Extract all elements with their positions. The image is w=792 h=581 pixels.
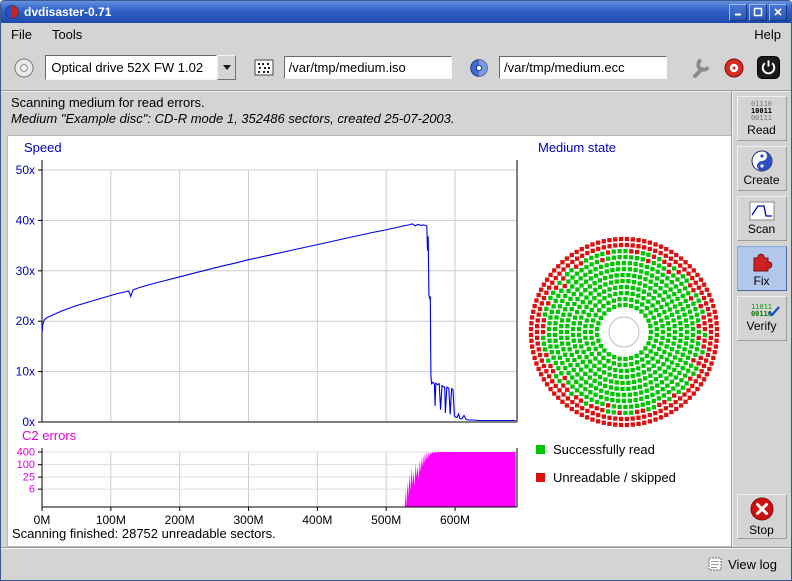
about-button[interactable]	[719, 53, 748, 83]
chart-panel: Speed Medium state 0x10x20x30x40x50x C2 …	[7, 135, 731, 547]
speed-chart: 0x 10x 20x 30x 40x 50x	[8, 152, 533, 428]
iso-image-icon	[254, 59, 274, 76]
svg-text:50x: 50x	[16, 163, 35, 177]
svg-text:6: 6	[29, 484, 35, 496]
stop-icon	[749, 496, 775, 522]
sidebar-label-stop: Stop	[749, 523, 774, 537]
bottom-bar: View log	[1, 547, 791, 580]
svg-text:400M: 400M	[302, 513, 332, 527]
medium-state-legend: Successfully read Unreadable / skipped	[536, 442, 676, 485]
preferences-button[interactable]	[685, 53, 714, 83]
checkmark-icon	[768, 306, 780, 317]
drive-select[interactable]: Optical drive 52X FW 1.02	[45, 55, 236, 80]
svg-text:600M: 600M	[440, 513, 470, 527]
yin-yang-icon	[751, 150, 773, 172]
toolbar: Optical drive 52X FW 1.02	[1, 45, 791, 91]
sidebar-button-read[interactable]: 011101001100111 Read	[737, 96, 787, 141]
menu-file[interactable]: File	[11, 27, 32, 42]
legend-swatch-red	[536, 473, 545, 482]
svg-text:300M: 300M	[234, 513, 264, 527]
sidebar-label-verify: Verify	[746, 319, 776, 333]
drive-select-value: Optical drive 52X FW 1.02	[45, 55, 217, 80]
dvdisaster-logo-icon	[723, 57, 745, 79]
legend-label-unreadable: Unreadable / skipped	[553, 470, 676, 485]
titlebar[interactable]: dvdisaster-0.71	[1, 1, 791, 23]
legend-item-unreadable: Unreadable / skipped	[536, 470, 676, 485]
ecc-path-input[interactable]	[499, 56, 667, 79]
svg-text:10x: 10x	[16, 365, 35, 379]
puzzle-piece-icon	[750, 249, 774, 273]
view-log-label: View log	[728, 557, 777, 572]
chevron-down-icon	[223, 65, 231, 70]
power-icon	[757, 56, 780, 79]
wrench-icon	[688, 56, 712, 80]
svg-text:25: 25	[23, 472, 35, 484]
scan-result-text: Scanning finished: 28752 unreadable sect…	[12, 526, 276, 541]
status-line-2: Medium "Example disc": CD-R mode 1, 3524…	[11, 111, 731, 127]
minimize-icon	[733, 7, 743, 17]
medium-state-disc	[524, 232, 724, 432]
eject-medium-button[interactable]	[9, 53, 38, 83]
sidebar-label-read: Read	[747, 123, 776, 137]
sidebar-label-create: Create	[743, 173, 779, 187]
scan-graph-icon	[749, 201, 775, 221]
menu-help[interactable]: Help	[754, 27, 781, 42]
action-sidebar: 011101001100111 Read Create Scan	[731, 91, 791, 547]
sidebar-label-scan: Scan	[748, 222, 775, 236]
status-line-1: Scanning medium for read errors.	[11, 95, 731, 111]
status-area: Scanning medium for read errors. Medium …	[1, 91, 731, 135]
legend-label-read: Successfully read	[553, 442, 655, 457]
svg-text:100M: 100M	[96, 513, 126, 527]
binary-read-icon: 011101001100111	[751, 101, 772, 122]
svg-text:30x: 30x	[16, 264, 35, 278]
drive-select-dropdown-button[interactable]	[217, 55, 236, 80]
ecc-file-icon	[469, 58, 489, 78]
maximize-icon	[753, 7, 763, 17]
legend-swatch-green	[536, 445, 545, 454]
quit-button[interactable]	[754, 53, 783, 83]
svg-text:500M: 500M	[371, 513, 401, 527]
svg-text:0M: 0M	[34, 513, 51, 527]
minimize-button[interactable]	[729, 4, 747, 21]
menu-tools[interactable]: Tools	[52, 27, 82, 42]
svg-text:40x: 40x	[16, 213, 35, 227]
maximize-button[interactable]	[749, 4, 767, 21]
ecc-file-button[interactable]	[465, 53, 494, 83]
view-log-button[interactable]: View log	[704, 555, 781, 574]
close-icon	[773, 7, 783, 17]
menubar: File Tools Help	[1, 23, 791, 45]
sidebar-button-scan[interactable]: Scan	[737, 196, 787, 241]
log-window-icon	[708, 557, 722, 571]
sidebar-button-fix[interactable]: Fix	[737, 246, 787, 291]
content-column: Scanning medium for read errors. Medium …	[1, 91, 731, 547]
close-button[interactable]	[769, 4, 787, 21]
binary-verify-icon: 1101100110	[751, 304, 772, 318]
window-title: dvdisaster-0.71	[24, 5, 724, 19]
c2-chart-title: C2 errors	[22, 428, 76, 443]
sidebar-button-verify[interactable]: 1101100110 Verify	[737, 296, 787, 341]
svg-text:200M: 200M	[165, 513, 195, 527]
svg-text:20x: 20x	[16, 314, 35, 328]
svg-text:400: 400	[17, 447, 35, 459]
disc-drive-icon	[13, 57, 35, 79]
legend-item-read: Successfully read	[536, 442, 676, 457]
iso-path-input[interactable]	[284, 56, 452, 79]
sidebar-button-stop[interactable]: Stop	[737, 494, 787, 539]
sidebar-button-create[interactable]: Create	[737, 146, 787, 191]
svg-text:0x: 0x	[22, 415, 35, 428]
svg-text:100: 100	[17, 459, 35, 471]
sidebar-label-fix: Fix	[754, 274, 770, 288]
app-window: dvdisaster-0.71 File Tools Help Opti	[0, 0, 792, 581]
iso-file-button[interactable]	[249, 53, 278, 83]
app-logo-icon	[5, 5, 19, 19]
window-controls	[729, 4, 787, 21]
main-region: Scanning medium for read errors. Medium …	[1, 91, 791, 547]
medium-state-title: Medium state	[538, 140, 616, 155]
